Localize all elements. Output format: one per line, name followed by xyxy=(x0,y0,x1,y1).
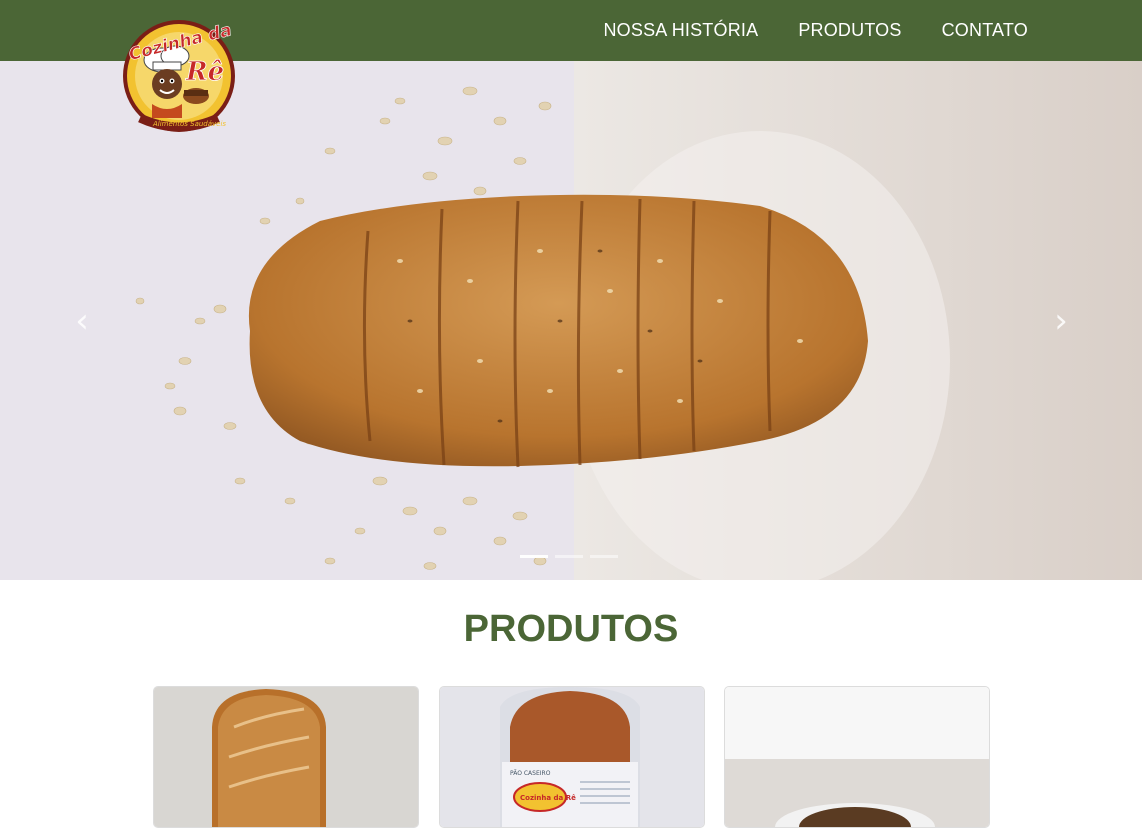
svg-text:Alimentos Saudáveis: Alimentos Saudáveis xyxy=(152,120,226,128)
nav-link-contato[interactable]: CONTATO xyxy=(942,20,1028,41)
nav-link-produtos[interactable]: PRODUTOS xyxy=(798,20,901,41)
carousel-prev-button[interactable]: ‹ xyxy=(62,301,102,341)
products-title: PRODUTOS xyxy=(463,608,679,650)
chevron-right-icon: › xyxy=(1054,301,1068,341)
carousel-next-button[interactable]: › xyxy=(1041,301,1081,341)
product-card[interactable]: PÃO CASEIRO Cozinha da Rê xyxy=(439,686,705,828)
product-image-bread-loaf xyxy=(154,687,418,827)
product-card[interactable] xyxy=(724,686,990,828)
brand-logo[interactable]: Cozinha da Rê Alimentos Saudáveis xyxy=(120,14,238,134)
svg-text:PÃO CASEIRO: PÃO CASEIRO xyxy=(510,770,551,777)
product-image-round-cake xyxy=(725,687,989,827)
hero-carousel: ‹ › xyxy=(0,61,1142,580)
nav-link-nossa-historia[interactable]: NOSSA HISTÓRIA xyxy=(603,20,758,41)
carousel-indicator-1[interactable] xyxy=(520,555,548,558)
carousel-indicator-2[interactable] xyxy=(555,555,583,558)
carousel-indicators xyxy=(520,555,618,558)
svg-text:Cozinha da Rê: Cozinha da Rê xyxy=(520,794,576,802)
carousel-indicator-3[interactable] xyxy=(590,555,618,558)
product-image-packaged-bread: PÃO CASEIRO Cozinha da Rê xyxy=(440,687,704,827)
svg-text:Rê: Rê xyxy=(185,57,224,87)
hero-bread-image xyxy=(0,61,1142,580)
product-card[interactable] xyxy=(153,686,419,828)
nav-links: NOSSA HISTÓRIA PRODUTOS CONTATO xyxy=(563,0,1028,61)
chevron-left-icon: ‹ xyxy=(75,301,89,341)
